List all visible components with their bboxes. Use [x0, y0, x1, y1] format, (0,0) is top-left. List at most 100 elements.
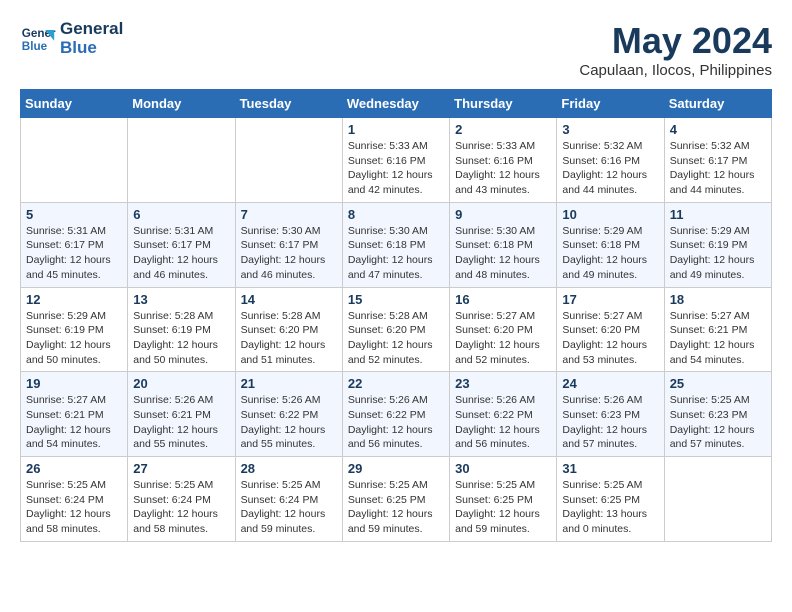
day-cell: 18 Sunrise: 5:27 AM Sunset: 6:21 PM Dayli…: [664, 287, 771, 372]
day-cell: 19Sunrise: 5:27 AM Sunset: 6:21 PM Dayli…: [21, 372, 128, 457]
day-cell: 14Sunrise: 5:28 AM Sunset: 6:20 PM Dayli…: [235, 287, 342, 372]
day-cell: 6 Sunrise: 5:31 AM Sunset: 6:17 PM Daylig…: [128, 202, 235, 287]
week-row-4: 26 Sunrise: 5:25 AM Sunset: 6:24 PM Dayli…: [21, 457, 772, 542]
day-number: 21: [241, 376, 337, 391]
day-cell: 23 Sunrise: 5:26 AM Sunset: 6:22 PM Dayli…: [450, 372, 557, 457]
day-number: 7: [241, 207, 337, 222]
day-cell: 22Sunrise: 5:26 AM Sunset: 6:22 PM Dayli…: [342, 372, 449, 457]
title-section: May 2024 Capulaan, Ilocos, Philippines: [579, 20, 772, 79]
day-info: Sunrise: 5:28 AM Sunset: 6:20 PM Dayligh…: [348, 309, 444, 368]
day-number: 6: [133, 207, 229, 222]
day-info: Sunrise: 5:25 AM Sunset: 6:24 PM Dayligh…: [133, 478, 229, 537]
day-cell: 11Sunrise: 5:29 AM Sunset: 6:19 PM Dayli…: [664, 202, 771, 287]
day-cell: 30Sunrise: 5:25 AM Sunset: 6:25 PM Dayli…: [450, 457, 557, 542]
page-header: General Blue General Blue May 2024 Capul…: [20, 20, 772, 79]
weekday-header-sunday: Sunday: [21, 90, 128, 118]
day-info: Sunrise: 5:32 AM Sunset: 6:16 PM Dayligh…: [562, 139, 658, 198]
day-cell: 27 Sunrise: 5:25 AM Sunset: 6:24 PM Dayli…: [128, 457, 235, 542]
day-number: 17: [562, 292, 658, 307]
day-number: 26: [26, 461, 122, 476]
day-info: Sunrise: 5:29 AM Sunset: 6:18 PM Dayligh…: [562, 224, 658, 283]
day-cell: [128, 118, 235, 203]
day-info: Sunrise: 5:30 AM Sunset: 6:17 PM Dayligh…: [241, 224, 337, 283]
weekday-header-thursday: Thursday: [450, 90, 557, 118]
weekday-header-tuesday: Tuesday: [235, 90, 342, 118]
day-number: 16: [455, 292, 551, 307]
day-info: Sunrise: 5:27 AM Sunset: 6:20 PM Dayligh…: [455, 309, 551, 368]
day-cell: 25 Sunrise: 5:25 AM Sunset: 6:23 PM Dayli…: [664, 372, 771, 457]
day-info: Sunrise: 5:33 AM Sunset: 6:16 PM Dayligh…: [348, 139, 444, 198]
day-info: Sunrise: 5:25 AM Sunset: 6:25 PM Dayligh…: [348, 478, 444, 537]
day-number: 13: [133, 292, 229, 307]
day-info: Sunrise: 5:25 AM Sunset: 6:23 PM Dayligh…: [670, 393, 766, 452]
day-cell: 12 Sunrise: 5:29 AM Sunset: 6:19 PM Dayli…: [21, 287, 128, 372]
svg-text:Blue: Blue: [22, 39, 48, 52]
day-number: 1: [348, 122, 444, 137]
day-number: 28: [241, 461, 337, 476]
logo: General Blue General Blue: [20, 20, 123, 57]
day-cell: 17 Sunrise: 5:27 AM Sunset: 6:20 PM Dayli…: [557, 287, 664, 372]
day-info: Sunrise: 5:27 AM Sunset: 6:21 PM Dayligh…: [26, 393, 122, 452]
day-info: Sunrise: 5:29 AM Sunset: 6:19 PM Dayligh…: [26, 309, 122, 368]
day-number: 20: [133, 376, 229, 391]
day-number: 4: [670, 122, 766, 137]
day-cell: 13 Sunrise: 5:28 AM Sunset: 6:19 PM Dayli…: [128, 287, 235, 372]
day-info: Sunrise: 5:27 AM Sunset: 6:21 PM Dayligh…: [670, 309, 766, 368]
day-number: 24: [562, 376, 658, 391]
day-cell: [21, 118, 128, 203]
day-number: 8: [348, 207, 444, 222]
day-info: Sunrise: 5:30 AM Sunset: 6:18 PM Dayligh…: [348, 224, 444, 283]
day-cell: 20Sunrise: 5:26 AM Sunset: 6:21 PM Dayli…: [128, 372, 235, 457]
day-info: Sunrise: 5:27 AM Sunset: 6:20 PM Dayligh…: [562, 309, 658, 368]
day-cell: 26 Sunrise: 5:25 AM Sunset: 6:24 PM Dayli…: [21, 457, 128, 542]
day-number: 18: [670, 292, 766, 307]
day-number: 15: [348, 292, 444, 307]
day-cell: 2 Sunrise: 5:33 AM Sunset: 6:16 PM Daylig…: [450, 118, 557, 203]
day-number: 3: [562, 122, 658, 137]
logo-icon: General Blue: [20, 21, 56, 57]
day-info: Sunrise: 5:31 AM Sunset: 6:17 PM Dayligh…: [133, 224, 229, 283]
weekday-header-row: SundayMondayTuesdayWednesdayThursdayFrid…: [21, 90, 772, 118]
day-number: 5: [26, 207, 122, 222]
day-number: 23: [455, 376, 551, 391]
day-cell: 31 Sunrise: 5:25 AM Sunset: 6:25 PM Dayli…: [557, 457, 664, 542]
weekday-header-friday: Friday: [557, 90, 664, 118]
day-number: 27: [133, 461, 229, 476]
week-row-0: 1 Sunrise: 5:33 AM Sunset: 6:16 PM Daylig…: [21, 118, 772, 203]
weekday-header-saturday: Saturday: [664, 90, 771, 118]
day-cell: [235, 118, 342, 203]
day-number: 2: [455, 122, 551, 137]
location: Capulaan, Ilocos, Philippines: [579, 62, 772, 79]
day-info: Sunrise: 5:30 AM Sunset: 6:18 PM Dayligh…: [455, 224, 551, 283]
calendar-table: SundayMondayTuesdayWednesdayThursdayFrid…: [20, 89, 772, 542]
day-cell: [664, 457, 771, 542]
day-cell: 28 Sunrise: 5:25 AM Sunset: 6:24 PM Dayli…: [235, 457, 342, 542]
day-info: Sunrise: 5:32 AM Sunset: 6:17 PM Dayligh…: [670, 139, 766, 198]
day-cell: 7 Sunrise: 5:30 AM Sunset: 6:17 PM Daylig…: [235, 202, 342, 287]
day-info: Sunrise: 5:31 AM Sunset: 6:17 PM Dayligh…: [26, 224, 122, 283]
day-info: Sunrise: 5:25 AM Sunset: 6:24 PM Dayligh…: [26, 478, 122, 537]
day-cell: 1 Sunrise: 5:33 AM Sunset: 6:16 PM Daylig…: [342, 118, 449, 203]
day-number: 31: [562, 461, 658, 476]
week-row-2: 12 Sunrise: 5:29 AM Sunset: 6:19 PM Dayli…: [21, 287, 772, 372]
week-row-3: 19Sunrise: 5:27 AM Sunset: 6:21 PM Dayli…: [21, 372, 772, 457]
day-info: Sunrise: 5:25 AM Sunset: 6:24 PM Dayligh…: [241, 478, 337, 537]
day-number: 12: [26, 292, 122, 307]
day-cell: 3 Sunrise: 5:32 AM Sunset: 6:16 PM Daylig…: [557, 118, 664, 203]
day-cell: 4 Sunrise: 5:32 AM Sunset: 6:17 PM Daylig…: [664, 118, 771, 203]
week-row-1: 5 Sunrise: 5:31 AM Sunset: 6:17 PM Daylig…: [21, 202, 772, 287]
day-cell: 16 Sunrise: 5:27 AM Sunset: 6:20 PM Dayli…: [450, 287, 557, 372]
day-info: Sunrise: 5:26 AM Sunset: 6:22 PM Dayligh…: [348, 393, 444, 452]
day-number: 29: [348, 461, 444, 476]
day-cell: 9Sunrise: 5:30 AM Sunset: 6:18 PM Daylig…: [450, 202, 557, 287]
day-info: Sunrise: 5:26 AM Sunset: 6:22 PM Dayligh…: [241, 393, 337, 452]
day-number: 25: [670, 376, 766, 391]
month-title: May 2024: [579, 20, 772, 62]
day-info: Sunrise: 5:26 AM Sunset: 6:22 PM Dayligh…: [455, 393, 551, 452]
day-info: Sunrise: 5:33 AM Sunset: 6:16 PM Dayligh…: [455, 139, 551, 198]
day-cell: 29 Sunrise: 5:25 AM Sunset: 6:25 PM Dayli…: [342, 457, 449, 542]
day-info: Sunrise: 5:25 AM Sunset: 6:25 PM Dayligh…: [562, 478, 658, 537]
day-info: Sunrise: 5:28 AM Sunset: 6:19 PM Dayligh…: [133, 309, 229, 368]
logo-general: General: [60, 20, 123, 39]
day-cell: 10Sunrise: 5:29 AM Sunset: 6:18 PM Dayli…: [557, 202, 664, 287]
